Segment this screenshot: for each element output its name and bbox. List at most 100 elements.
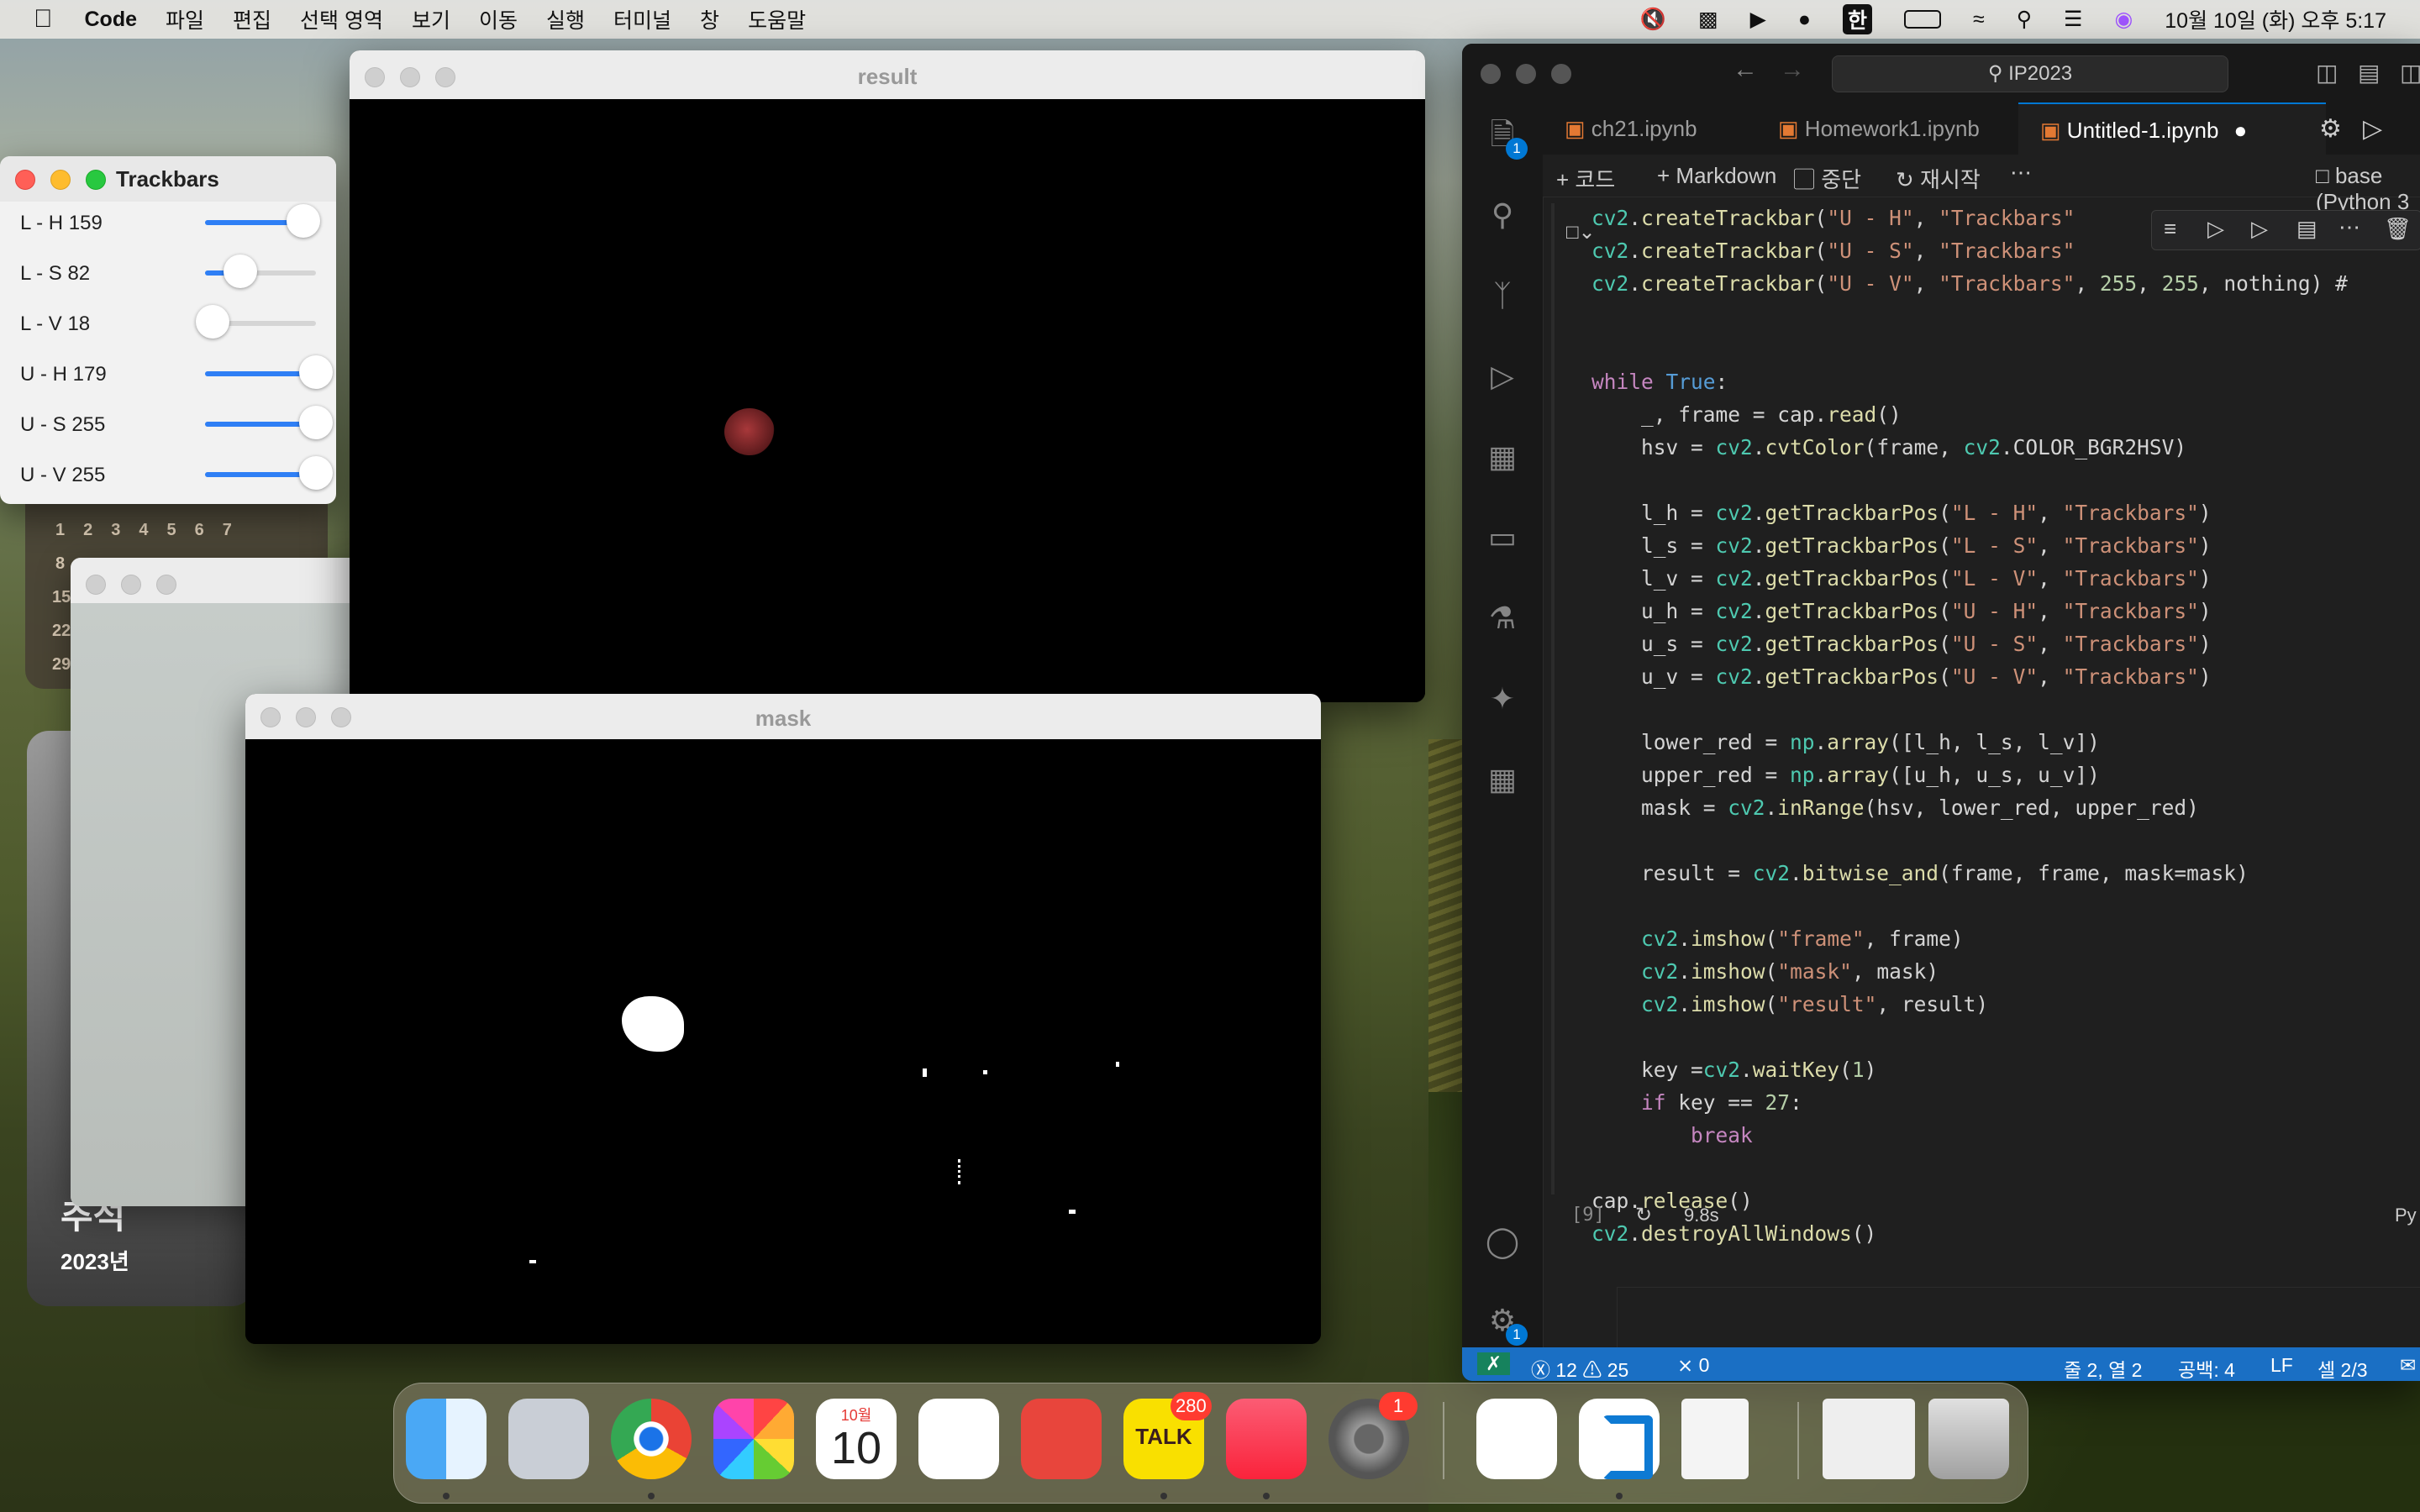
trackbar-slider[interactable] [205, 204, 321, 238]
minimize-button[interactable] [50, 170, 71, 190]
cell-language[interactable]: Py [2395, 1205, 2417, 1226]
more-icon[interactable]: ⋯ [2338, 214, 2360, 240]
layout-panel-icon[interactable]: ▤ [2358, 59, 2380, 87]
menu-terminal[interactable]: 터미널 [613, 4, 671, 34]
cursor-position[interactable]: 줄 2, 열 2 [2064, 1354, 2142, 1381]
menu-help[interactable]: 도움말 [748, 4, 806, 34]
code-line[interactable]: l_h = cv2.getTrackbarPos("L - H", "Track… [1591, 498, 2212, 528]
add-code-cell-button[interactable]: + 코드 [1556, 163, 1615, 194]
control-center-icon[interactable]: ☰ [2064, 7, 2082, 32]
trackbar-knob[interactable] [287, 204, 321, 238]
notifications-icon[interactable]: ✉ [2400, 1354, 2416, 1377]
trackbars-window[interactable]: Trackbars L - H 159 L - S 82 L - V 18 U - H… [0, 156, 336, 504]
run-debug-icon[interactable]: ▷ [1482, 356, 1523, 396]
interrupt-button[interactable]: ▢ 중단 [1793, 163, 1861, 194]
menu-run[interactable]: 실행 [546, 4, 585, 34]
calendar-icon[interactable]: 10월 10 [816, 1399, 897, 1479]
kakao-status-icon[interactable]: ● [1798, 8, 1811, 32]
add-markdown-cell-button[interactable]: + Markdown [1657, 163, 1776, 189]
forward-arrow-icon[interactable]: → [1780, 55, 1805, 84]
remote-explorer-icon[interactable]: ▭ [1482, 517, 1523, 558]
trackbar-knob[interactable] [299, 456, 333, 490]
trackbar-knob[interactable] [196, 305, 230, 339]
photo-booth-icon[interactable] [1021, 1399, 1102, 1479]
trackbar-slider[interactable] [205, 456, 333, 490]
explorer-icon[interactable]: 🗎 1 [1482, 114, 1528, 160]
kernel-picker[interactable]: □ base (Python 3 [2316, 163, 2420, 215]
python-icon[interactable]: ✦ [1482, 679, 1523, 719]
next-cell[interactable] [1617, 1287, 2420, 1355]
finder-icon[interactable] [406, 1399, 487, 1479]
trackbar-slider[interactable] [205, 406, 333, 439]
siri-icon[interactable]: ◉ [2114, 7, 2133, 32]
back-arrow-icon[interactable]: ← [1733, 55, 1758, 84]
extensions-icon[interactable]: ▦ [1482, 437, 1523, 477]
menu-app-name[interactable]: Code [85, 8, 138, 32]
split-cell-icon[interactable]: ▤ [2296, 216, 2317, 242]
code-line[interactable]: cv2.createTrackbar("U - H", "Trackbars" [1591, 203, 2075, 234]
code-line[interactable]: u_h = cv2.getTrackbarPos("U - H", "Track… [1591, 596, 2212, 627]
menu-edit[interactable]: 편집 [233, 4, 271, 34]
code-line[interactable]: _, frame = cap.read() [1591, 400, 1902, 430]
play-icon[interactable]: ▶ [1750, 7, 1766, 32]
unsaved-dot-icon[interactable]: ● [2233, 118, 2247, 143]
result-window[interactable]: result [350, 50, 1425, 702]
menu-file[interactable]: 파일 [166, 4, 204, 34]
mask-window[interactable]: mask [245, 694, 1321, 1344]
code-line[interactable]: hsv = cv2.cvtColor(frame, cv2.COLOR_BGR2… [1591, 433, 2186, 463]
vscode-window[interactable]: ← → ⚲ IP2023 ◫ ▤ ◫ 🗎 1 ⚲ ᛉ ▷ ▦ ▭ ⚗ ✦ ▦ ◯ … [1462, 44, 2420, 1381]
wifi-icon[interactable]: ≈ [1973, 8, 1985, 32]
code-line[interactable]: cv2.imshow("frame", frame) [1591, 924, 1964, 954]
menu-window[interactable]: 창 [700, 4, 719, 34]
account-icon[interactable]: ◯ [1482, 1221, 1523, 1262]
spotlight-icon[interactable]: ⚲ [2017, 7, 2032, 32]
chrome-window-thumbnail[interactable] [1823, 1399, 1915, 1479]
indentation[interactable]: 공백: 4 [2178, 1354, 2235, 1381]
tab-homework1[interactable]: ▣ Homework1.ipynb [1756, 102, 2039, 155]
delete-icon[interactable]: 🗑 [2384, 216, 2412, 242]
testing-icon[interactable]: ⚗ [1482, 598, 1523, 638]
restart-button[interactable]: ↻ 재시작 [1896, 163, 1981, 194]
layout-sidebar-icon[interactable]: ◫ [2316, 59, 2338, 87]
menu-selection[interactable]: 선택 영역 [300, 4, 383, 34]
input-source[interactable]: 한 [1842, 4, 1872, 34]
code-line[interactable]: u_s = cv2.getTrackbarPos("U - S", "Track… [1591, 629, 2212, 659]
launchpad-icon[interactable] [508, 1399, 589, 1479]
code-line[interactable]: key =cv2.waitKey(1) [1591, 1055, 1876, 1085]
close-button[interactable] [1481, 64, 1501, 84]
code-line[interactable]: break [1591, 1121, 1753, 1151]
zoom-button[interactable] [86, 170, 106, 190]
contacts-icon[interactable]: ▩ [1698, 7, 1718, 32]
minimize-button[interactable] [1516, 64, 1536, 84]
trash-icon[interactable] [1928, 1399, 2009, 1479]
reminders-icon[interactable] [918, 1399, 999, 1479]
source-control-icon[interactable]: ᛉ [1482, 276, 1523, 316]
docker-icon[interactable]: ▦ [1482, 759, 1523, 800]
code-line[interactable]: cv2.createTrackbar("U - S", "Trackbars" [1591, 236, 2075, 266]
tab-ch21[interactable]: ▣ ch21.ipynb [1543, 102, 1775, 155]
trackbar-knob[interactable] [299, 355, 333, 389]
trackbars-titlebar[interactable]: Trackbars [0, 156, 336, 202]
code-line[interactable]: mask = cv2.inRange(hsv, lower_red, upper… [1591, 793, 2199, 823]
battery-icon[interactable] [1903, 10, 1941, 29]
document-icon[interactable] [1681, 1399, 1749, 1479]
vscode-dock-icon[interactable] [1579, 1399, 1660, 1479]
command-center-search[interactable]: ⚲ IP2023 [1832, 55, 2228, 92]
remote-indicator[interactable]: ✗ [1477, 1352, 1511, 1375]
run-icon[interactable]: ▷ [2363, 114, 2382, 144]
code-line[interactable]: result = cv2.bitwise_and(frame, frame, m… [1591, 858, 2249, 889]
tab-untitled-1[interactable]: ▣ Untitled-1.ipynb ● [2018, 102, 2326, 156]
trackbar-slider[interactable] [205, 355, 333, 389]
menu-view[interactable]: 보기 [412, 4, 450, 34]
gear-icon[interactable]: ⚙ [2319, 114, 2342, 144]
chrome-icon[interactable] [611, 1399, 692, 1479]
search-icon[interactable]: ⚲ [1482, 195, 1523, 235]
run-above-icon[interactable]: ≡ [2164, 216, 2176, 242]
run-below-icon[interactable]: ▷ [2251, 216, 2268, 242]
trackbar-knob[interactable] [299, 406, 333, 439]
music-icon[interactable] [1226, 1399, 1307, 1479]
trackbar-knob[interactable] [224, 255, 258, 288]
freeform-icon[interactable] [1476, 1399, 1557, 1479]
code-line[interactable]: l_s = cv2.getTrackbarPos("L - S", "Track… [1591, 531, 2212, 561]
vscode-titlebar[interactable]: ← → ⚲ IP2023 ◫ ▤ ◫ [1462, 44, 2420, 102]
